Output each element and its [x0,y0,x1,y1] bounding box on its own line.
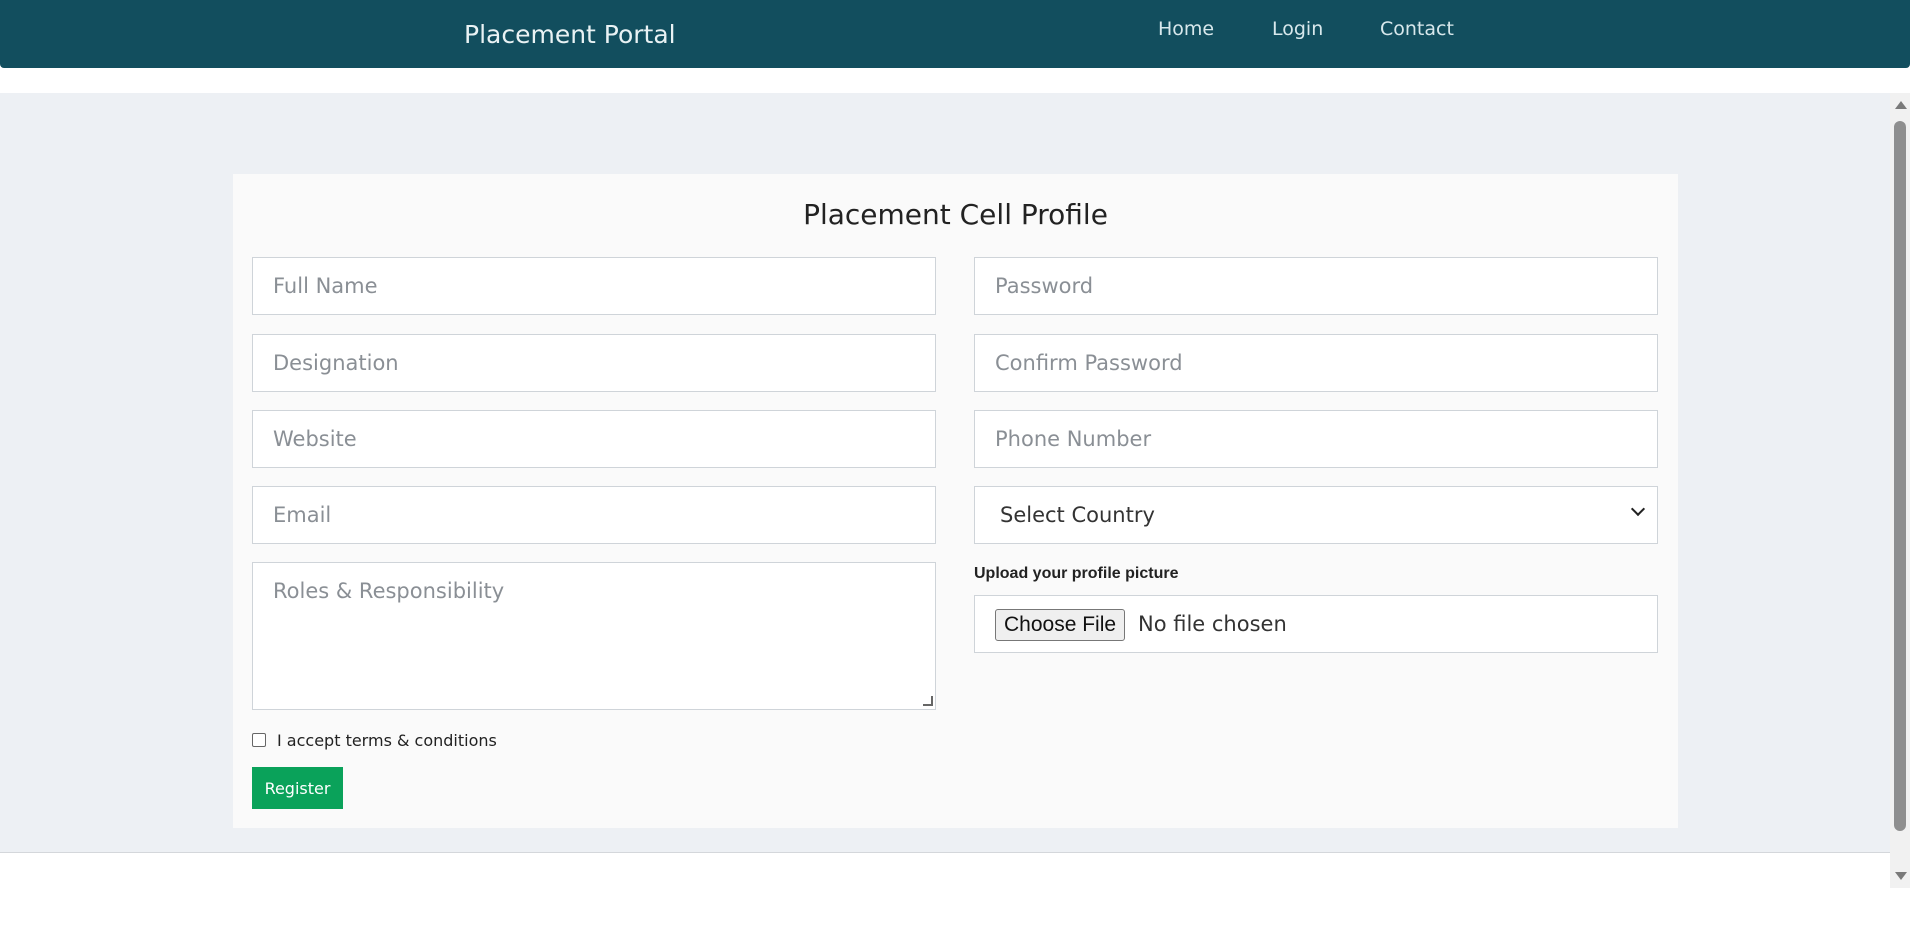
email-input[interactable] [252,486,936,544]
full-name-input[interactable] [252,257,936,315]
country-select[interactable]: Select Country [974,486,1658,544]
page-scrollbar[interactable] [1890,93,1910,888]
nav-login[interactable]: Login [1272,18,1323,40]
register-button[interactable]: Register [252,767,343,809]
scroll-thumb[interactable] [1894,121,1906,831]
form-title: Placement Cell Profile [803,198,1108,231]
file-status-text: No file chosen [1138,612,1287,636]
chevron-down-icon [1630,501,1646,517]
confirm-password-input[interactable] [974,334,1658,392]
resize-handle-icon[interactable] [923,696,933,706]
brand-title[interactable]: Placement Portal [464,20,676,49]
password-input[interactable] [974,257,1658,315]
scroll-up-icon[interactable] [1895,101,1907,109]
website-input[interactable] [252,410,936,468]
choose-file-button[interactable]: Choose File [995,609,1126,641]
roles-textarea[interactable] [252,562,936,710]
designation-input[interactable] [252,334,936,392]
terms-label[interactable]: I accept terms & conditions [277,731,497,750]
top-navbar: Placement Portal Home Login Contact [0,0,1910,68]
nav-home[interactable]: Home [1158,18,1214,40]
file-upload-field[interactable]: Choose File No file chosen [974,595,1658,653]
country-select-value: Select Country [1000,503,1155,527]
profile-form-card: Placement Cell Profile Select Country Up… [233,174,1678,828]
phone-input[interactable] [974,410,1658,468]
nav-contact[interactable]: Contact [1380,18,1454,40]
terms-checkbox[interactable] [252,733,266,747]
upload-label: Upload your profile picture [974,565,1179,582]
scroll-down-icon[interactable] [1895,872,1907,880]
